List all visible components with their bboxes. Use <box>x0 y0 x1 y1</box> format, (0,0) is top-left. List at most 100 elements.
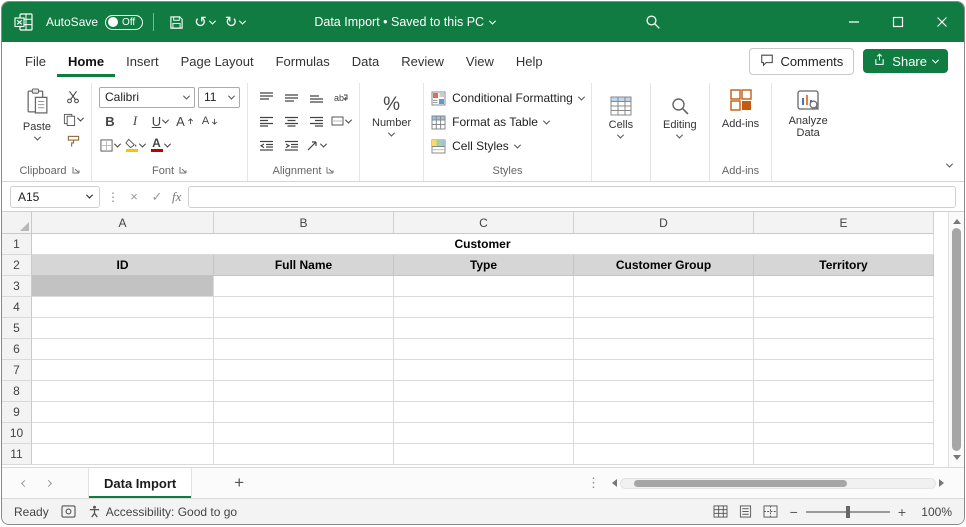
cell[interactable] <box>214 339 394 360</box>
cell[interactable] <box>32 381 214 402</box>
tab-view[interactable]: View <box>455 46 505 77</box>
tab-page-layout[interactable]: Page Layout <box>170 46 265 77</box>
cell[interactable] <box>394 339 574 360</box>
close-button[interactable] <box>920 2 964 42</box>
row-header-2[interactable]: 2 <box>2 255 32 276</box>
cell[interactable] <box>754 339 934 360</box>
zoom-slider[interactable] <box>806 511 890 513</box>
italic-button[interactable]: I <box>124 111 146 131</box>
cell[interactable] <box>394 402 574 423</box>
format-as-table-button[interactable]: Format as Table <box>431 111 584 133</box>
dialog-launcher-icon[interactable] <box>179 165 187 177</box>
grow-font-button[interactable]: A <box>174 111 196 131</box>
dialog-launcher-icon[interactable] <box>72 165 80 177</box>
search-icon[interactable] <box>645 14 661 30</box>
cell-B2[interactable]: Full Name <box>214 255 394 276</box>
scroll-up-icon[interactable] <box>953 215 961 224</box>
font-size-select[interactable]: 11 <box>198 87 240 108</box>
merge-center-button[interactable] <box>330 111 352 131</box>
cell-A1-merged-title[interactable]: Customer <box>32 234 934 255</box>
row-header-9[interactable]: 9 <box>2 402 32 423</box>
cells-button[interactable]: Cells <box>599 93 643 142</box>
zoom-out-button[interactable]: − <box>790 506 798 518</box>
horizontal-scroll-track[interactable] <box>620 478 936 489</box>
align-top-button[interactable] <box>255 87 277 107</box>
cell[interactable] <box>754 423 934 444</box>
sheet-tab-data-import[interactable]: Data Import <box>88 468 192 498</box>
cell-styles-button[interactable]: Cell Styles <box>431 135 584 157</box>
cell[interactable] <box>32 402 214 423</box>
horizontal-scroll-thumb[interactable] <box>634 480 848 487</box>
zoom-in-button[interactable]: + <box>898 506 906 518</box>
column-header-B[interactable]: B <box>214 212 394 234</box>
cell[interactable] <box>214 360 394 381</box>
tab-file[interactable]: File <box>14 46 57 77</box>
font-color-button[interactable]: A <box>149 135 171 155</box>
tab-review[interactable]: Review <box>390 46 455 77</box>
next-sheet-button[interactable] <box>36 481 60 486</box>
maximize-button[interactable] <box>876 2 920 42</box>
scroll-left-icon[interactable] <box>608 479 617 487</box>
cell-A3-selected[interactable] <box>32 276 214 297</box>
cell[interactable] <box>32 444 214 465</box>
cell[interactable] <box>574 381 754 402</box>
cell[interactable] <box>394 276 574 297</box>
tab-data[interactable]: Data <box>341 46 390 77</box>
wrap-text-button[interactable]: ab <box>330 87 352 107</box>
comments-button[interactable]: Comments <box>749 48 854 75</box>
cell[interactable] <box>394 318 574 339</box>
cell[interactable] <box>754 276 934 297</box>
page-layout-view-icon[interactable] <box>738 505 753 518</box>
horizontal-scrollbar[interactable] <box>608 478 948 489</box>
column-header-D[interactable]: D <box>574 212 754 234</box>
cell[interactable] <box>574 360 754 381</box>
align-right-button[interactable] <box>305 111 327 131</box>
zoom-level[interactable]: 100% <box>914 505 952 519</box>
cell[interactable] <box>754 318 934 339</box>
cell[interactable] <box>32 339 214 360</box>
cell-C2[interactable]: Type <box>394 255 574 276</box>
shrink-font-button[interactable]: A <box>199 111 221 131</box>
cell[interactable] <box>574 444 754 465</box>
scroll-down-icon[interactable] <box>953 455 961 464</box>
accessibility-status[interactable]: Accessibility: Good to go <box>88 505 237 519</box>
cell[interactable] <box>394 360 574 381</box>
minimize-button[interactable] <box>832 2 876 42</box>
cell[interactable] <box>32 360 214 381</box>
cell-E2[interactable]: Territory <box>754 255 934 276</box>
row-header-3[interactable]: 3 <box>2 276 32 297</box>
formula-input[interactable] <box>188 186 956 208</box>
macro-record-icon[interactable] <box>61 505 76 518</box>
new-sheet-button[interactable]: + <box>234 473 244 493</box>
column-header-C[interactable]: C <box>394 212 574 234</box>
cell[interactable] <box>394 444 574 465</box>
cell[interactable] <box>754 360 934 381</box>
align-center-button[interactable] <box>280 111 302 131</box>
tab-insert[interactable]: Insert <box>115 46 170 77</box>
cell[interactable] <box>32 318 214 339</box>
document-title[interactable]: Data Import • Saved to this PC <box>314 15 495 29</box>
conditional-formatting-button[interactable]: Conditional Formatting <box>431 87 584 109</box>
cell[interactable] <box>574 297 754 318</box>
dialog-launcher-icon[interactable] <box>326 165 334 177</box>
cell[interactable] <box>574 423 754 444</box>
copy-button[interactable] <box>62 109 84 129</box>
cell-D2[interactable]: Customer Group <box>574 255 754 276</box>
orientation-button[interactable] <box>305 135 327 155</box>
increase-indent-button[interactable] <box>280 135 302 155</box>
number-format-button[interactable]: % Number <box>367 93 416 140</box>
underline-button[interactable]: U <box>149 111 171 131</box>
row-header-5[interactable]: 5 <box>2 318 32 339</box>
cell[interactable] <box>214 381 394 402</box>
row-header-4[interactable]: 4 <box>2 297 32 318</box>
cell[interactable] <box>754 381 934 402</box>
cell-A2[interactable]: ID <box>32 255 214 276</box>
drag-handle-icon[interactable]: ⋮ <box>107 190 119 204</box>
align-middle-button[interactable] <box>280 87 302 107</box>
cell[interactable] <box>214 444 394 465</box>
cell[interactable] <box>754 444 934 465</box>
cell[interactable] <box>32 297 214 318</box>
format-painter-button[interactable] <box>62 131 84 151</box>
row-header-11[interactable]: 11 <box>2 444 32 465</box>
cell[interactable] <box>574 339 754 360</box>
